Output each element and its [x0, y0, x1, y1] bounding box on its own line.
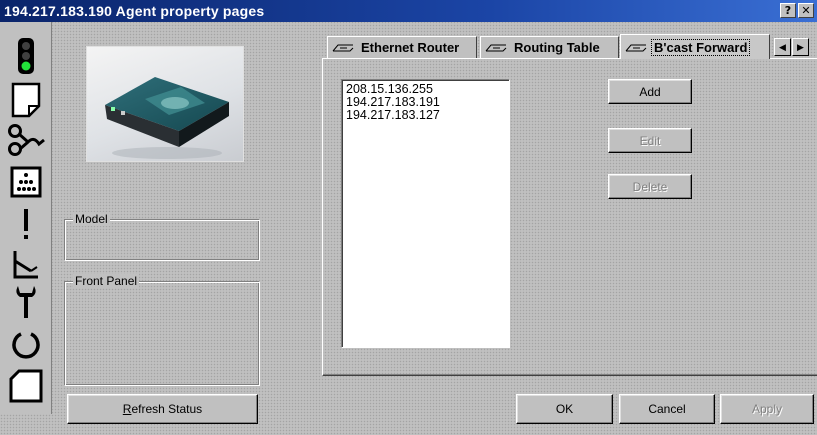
edit-button-label: Edit [639, 133, 661, 148]
page-icon[interactable] [4, 80, 48, 120]
add-button-label: Add [639, 84, 661, 99]
tab-routing-table[interactable]: Routing Table [480, 36, 619, 58]
cancel-button-label: Cancel [648, 402, 686, 416]
dot-grid-icon[interactable] [4, 162, 48, 202]
delete-button[interactable]: Delete [608, 174, 692, 199]
list-item[interactable]: 194.217.183.127 [346, 109, 505, 122]
tab-routing-table-label: Routing Table [514, 40, 600, 55]
exclamation-icon[interactable] [4, 204, 48, 244]
signal-icon[interactable] [4, 244, 48, 284]
tab-scroll-right-button[interactable]: ▶ [792, 38, 809, 56]
agent-property-window: 194.217.183.190 Agent property pages ? ✕ [0, 0, 817, 435]
add-button[interactable]: Add [608, 79, 692, 104]
tab-router-icon [332, 40, 354, 55]
traffic-light-icon[interactable] [4, 36, 48, 76]
cancel-button[interactable]: Cancel [619, 394, 715, 424]
apply-button-label: Apply [751, 402, 783, 416]
wrench-icon[interactable] [4, 282, 48, 322]
refresh-label-rest: efresh Status [131, 402, 203, 416]
tab-bcast-icon [625, 40, 647, 55]
cycle-icon[interactable] [4, 324, 48, 364]
refresh-status-label: Refresh Status [123, 402, 202, 416]
tab-bcast-forward-label: B'cast Forward [650, 38, 751, 56]
help-button[interactable]: ? [780, 3, 796, 18]
page-icon-toolbar [0, 22, 52, 414]
tab-ethernet-router[interactable]: Ethernet Router [327, 36, 477, 58]
tab-scroll-left-button[interactable]: ◀ [774, 38, 791, 56]
broadcast-address-list[interactable]: 208.15.136.255 194.217.183.191 194.217.1… [341, 79, 510, 348]
front-panel-label: Front Panel [73, 274, 140, 288]
apply-button[interactable]: Apply [720, 394, 814, 424]
ok-button-label: OK [555, 402, 574, 416]
card-icon[interactable] [4, 366, 48, 406]
model-label: Model [73, 212, 110, 226]
delete-button-label: Delete [632, 179, 668, 194]
close-button[interactable]: ✕ [798, 3, 814, 18]
tab-routing-icon [485, 40, 507, 55]
ok-button[interactable]: OK [516, 394, 613, 424]
device-image [86, 46, 244, 162]
title-bar[interactable]: 194.217.183.190 Agent property pages ? ✕ [0, 0, 817, 22]
front-panel-group: Front Panel [64, 274, 260, 386]
route-icon[interactable] [4, 120, 48, 160]
model-group: Model [64, 212, 260, 261]
window-title: 194.217.183.190 Agent property pages [4, 3, 265, 19]
refresh-status-button[interactable]: Refresh Status [67, 394, 258, 424]
tab-ethernet-router-label: Ethernet Router [361, 40, 460, 55]
edit-button[interactable]: Edit [608, 128, 692, 153]
tab-bcast-forward[interactable]: B'cast Forward [620, 34, 770, 59]
